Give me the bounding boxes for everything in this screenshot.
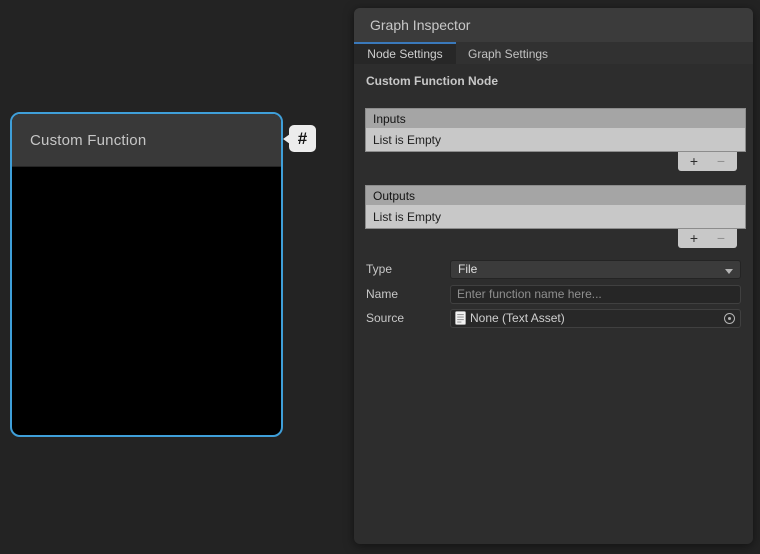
panel-title: Graph Inspector [370,17,470,33]
graph-inspector-header[interactable]: Graph Inspector [354,8,753,42]
tab-node-settings[interactable]: Node Settings [354,42,456,64]
tab-graph-settings[interactable]: Graph Settings [456,42,560,64]
type-label: Type [366,262,450,276]
inputs-list-footer: + − [678,152,737,171]
node-hash-badge[interactable]: # [289,125,316,152]
node-type-heading: Custom Function Node [366,74,498,88]
type-dropdown-value: File [458,262,477,276]
tab-node-settings-label: Node Settings [367,47,442,61]
outputs-list: Outputs List is Empty + − [365,185,746,248]
inputs-remove-button[interactable]: − [710,152,732,171]
outputs-list-header: Outputs [365,185,746,205]
inputs-list-header: Inputs [365,108,746,128]
custom-function-node[interactable]: Custom Function [10,112,283,437]
text-asset-icon [455,311,466,325]
source-object-value: None (Text Asset) [470,311,565,325]
source-object-field[interactable]: None (Text Asset) [450,309,741,328]
inputs-list-empty-row: List is Empty [365,128,746,152]
outputs-list-footer: + − [678,229,737,248]
graph-inspector-panel: Graph Inspector Node Settings Graph Sett… [354,8,753,544]
type-dropdown[interactable]: File [450,260,741,279]
node-titlebar[interactable]: Custom Function [12,114,281,167]
node-title: Custom Function [30,132,146,149]
inputs-add-button[interactable]: + [683,152,705,171]
tab-graph-settings-label: Graph Settings [468,47,548,61]
chevron-down-icon [725,269,733,274]
outputs-add-button[interactable]: + [683,229,705,248]
outputs-remove-button[interactable]: − [710,229,732,248]
inputs-list: Inputs List is Empty + − [365,108,746,171]
name-label: Name [366,287,450,301]
function-name-input[interactable] [450,285,741,304]
hash-icon: # [298,129,307,149]
source-row: Source None (Text Asset) [366,308,741,328]
inspector-tabbar: Node Settings Graph Settings [354,42,753,64]
name-row: Name [366,284,741,304]
source-label: Source [366,311,450,325]
object-picker-icon[interactable] [724,313,735,324]
outputs-list-empty-row: List is Empty [365,205,746,229]
type-row: Type File [366,259,741,279]
